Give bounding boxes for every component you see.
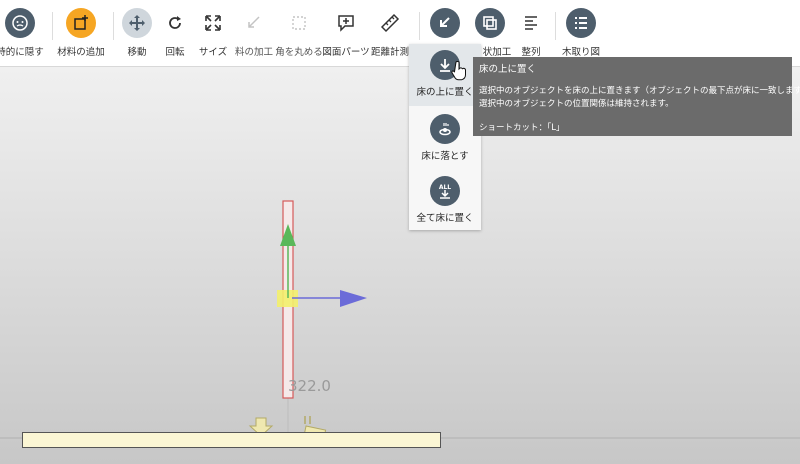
toolbar-label: 木取り図: [561, 47, 600, 58]
all-on-floor-icon: ALL: [430, 176, 460, 206]
toolbar-label: 時的に隠す: [0, 47, 44, 58]
align-icon: [516, 8, 546, 38]
tooltip-description: 選択中のオブジェクトを床の上に置きます（オブジェクトの最下点が床に一致します）。: [479, 86, 800, 96]
cut-icon: [239, 8, 269, 38]
round-corner-icon: [284, 8, 314, 38]
menu-item-label: 床に落とす: [421, 151, 469, 162]
place-on-floor-icon: [430, 8, 460, 38]
add-material-icon: [66, 8, 96, 38]
y-axis-arrow: [280, 224, 296, 246]
menu-item-drop-to-floor[interactable]: 床に落とす: [409, 108, 481, 170]
menu-item-label: 床の上に置く: [416, 87, 474, 98]
hide-icon: [5, 8, 35, 38]
tooltip-description: 選択中のオブジェクトの位置関係は維持されます。: [479, 99, 674, 109]
dimension-label: 322.0: [288, 377, 331, 395]
hide-button[interactable]: 時的に隠す: [0, 4, 53, 64]
drop-to-floor-icon: [430, 114, 460, 144]
floor-plane: [22, 432, 441, 448]
menu-item-all-on-floor[interactable]: ALL 全て床に置く: [409, 170, 481, 232]
menu-item-place-on-floor[interactable]: 床の上に置く: [409, 44, 481, 106]
menu-item-label: 全て床に置く: [416, 213, 474, 224]
place-on-floor-menu: 床の上に置く 床に落とす ALL 全て床に置く: [409, 44, 481, 230]
ruler-icon: [375, 8, 405, 38]
cutting-list-icon: [566, 8, 596, 38]
tooltip-title: 床の上に置く: [479, 64, 537, 75]
tooltip: 床の上に置く 選択中のオブジェクトを床の上に置きます（オブジェクトの最下点が床に…: [473, 57, 800, 136]
svg-text:ALL: ALL: [439, 184, 451, 191]
hand-cursor-icon: [451, 61, 466, 81]
cutting-list-button[interactable]: 木取り図: [548, 4, 614, 64]
x-axis-arrow: [340, 290, 367, 307]
tooltip-shortcut: ショートカット：「L」: [479, 123, 565, 133]
